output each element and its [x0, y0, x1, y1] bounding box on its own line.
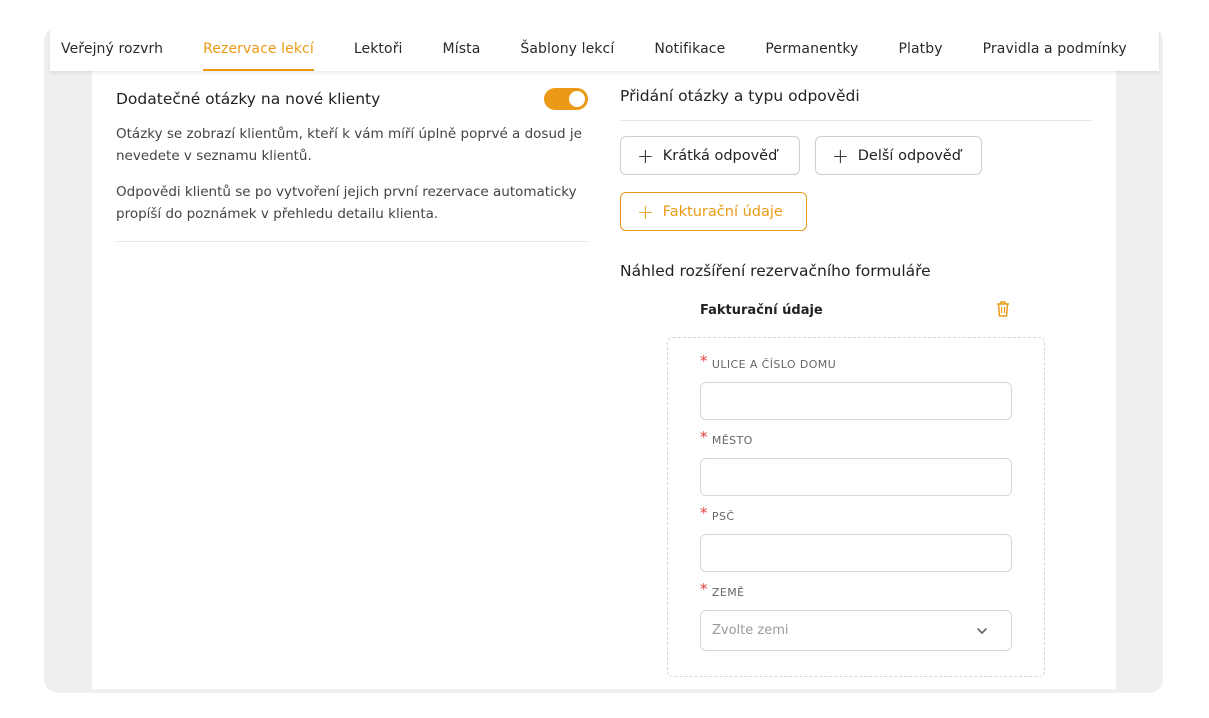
app-frame: Veřejný rozvrh Rezervace lekcí Lektoři M… — [44, 27, 1163, 693]
tab-payments[interactable]: Platby — [898, 27, 942, 71]
country-placeholder: Zvolte zemi — [712, 623, 789, 638]
tab-public-schedule[interactable]: Veřejný rozvrh — [61, 27, 163, 71]
new-client-questions-title: Dodatečné otázky na nové klienty — [116, 90, 381, 108]
settings-tabs: Veřejný rozvrh Rezervace lekcí Lektoři M… — [50, 27, 1159, 71]
tab-notifications[interactable]: Notifikace — [654, 27, 725, 71]
description-paragraph-1: Otázky se zobrazí klientům, kteří k vám … — [116, 126, 582, 164]
settings-content: Dodatečné otázky na nové klienty Otázky … — [92, 71, 1116, 689]
required-mark: * — [700, 428, 708, 446]
tab-terms-and-conditions[interactable]: Pravidla a podmínky — [983, 27, 1127, 71]
country-select[interactable]: Zvolte zemi — [700, 610, 1012, 651]
country-label: * ZEMĚ — [700, 580, 745, 599]
add-billing-details-button[interactable]: + Fakturační údaje — [620, 192, 807, 231]
new-client-questions-toggle[interactable] — [544, 88, 588, 110]
required-mark: * — [700, 504, 708, 522]
tab-lesson-reservations[interactable]: Rezervace lekcí — [203, 27, 314, 71]
add-short-answer-label: Krátká odpověď — [662, 147, 778, 164]
new-client-questions-header: Dodatečné otázky na nové klienty — [116, 88, 588, 112]
billing-section-title: Fakturační údaje — [700, 303, 823, 318]
form-preview-title: Náhled rozšíření rezervačního formuláře — [620, 262, 931, 280]
zip-label: * PSČ — [700, 504, 735, 523]
plus-icon: + — [637, 143, 654, 168]
billing-form-preview: * ULICE A ČÍSLO DOMU * MĚSTO * PSČ * ZEMĚ Zv… — [667, 337, 1045, 677]
description-paragraph-2: Odpovědi klientů se po vytvoření jejich … — [116, 184, 577, 222]
add-long-answer-button[interactable]: + Delší odpověď — [815, 136, 982, 175]
plus-icon: + — [832, 143, 849, 168]
tab-instructors[interactable]: Lektoři — [354, 27, 403, 71]
divider — [116, 241, 588, 242]
zip-input[interactable] — [700, 534, 1012, 572]
add-long-answer-label: Delší odpověď — [857, 147, 961, 164]
street-input[interactable] — [700, 382, 1012, 420]
add-question-title: Přidání otázky a typu odpovědi — [620, 87, 860, 105]
tab-passes[interactable]: Permanentky — [765, 27, 858, 71]
street-label: * ULICE A ČÍSLO DOMU — [700, 352, 837, 371]
plus-icon: + — [637, 199, 654, 224]
chevron-down-icon — [977, 628, 987, 634]
add-billing-details-label: Fakturační údaje — [662, 203, 783, 220]
city-input[interactable] — [700, 458, 1012, 496]
add-short-answer-button[interactable]: + Krátká odpověď — [620, 136, 800, 175]
tab-places[interactable]: Místa — [443, 27, 481, 71]
trash-icon[interactable] — [995, 300, 1011, 318]
divider — [620, 120, 1092, 121]
toggle-knob — [569, 91, 585, 107]
city-label: * MĚSTO — [700, 428, 753, 447]
required-mark: * — [700, 580, 708, 598]
add-question-panel: Přidání otázky a typu odpovědi + Krátká … — [620, 71, 1092, 689]
tab-lesson-templates[interactable]: Šablony lekcí — [520, 27, 614, 71]
required-mark: * — [700, 352, 708, 370]
